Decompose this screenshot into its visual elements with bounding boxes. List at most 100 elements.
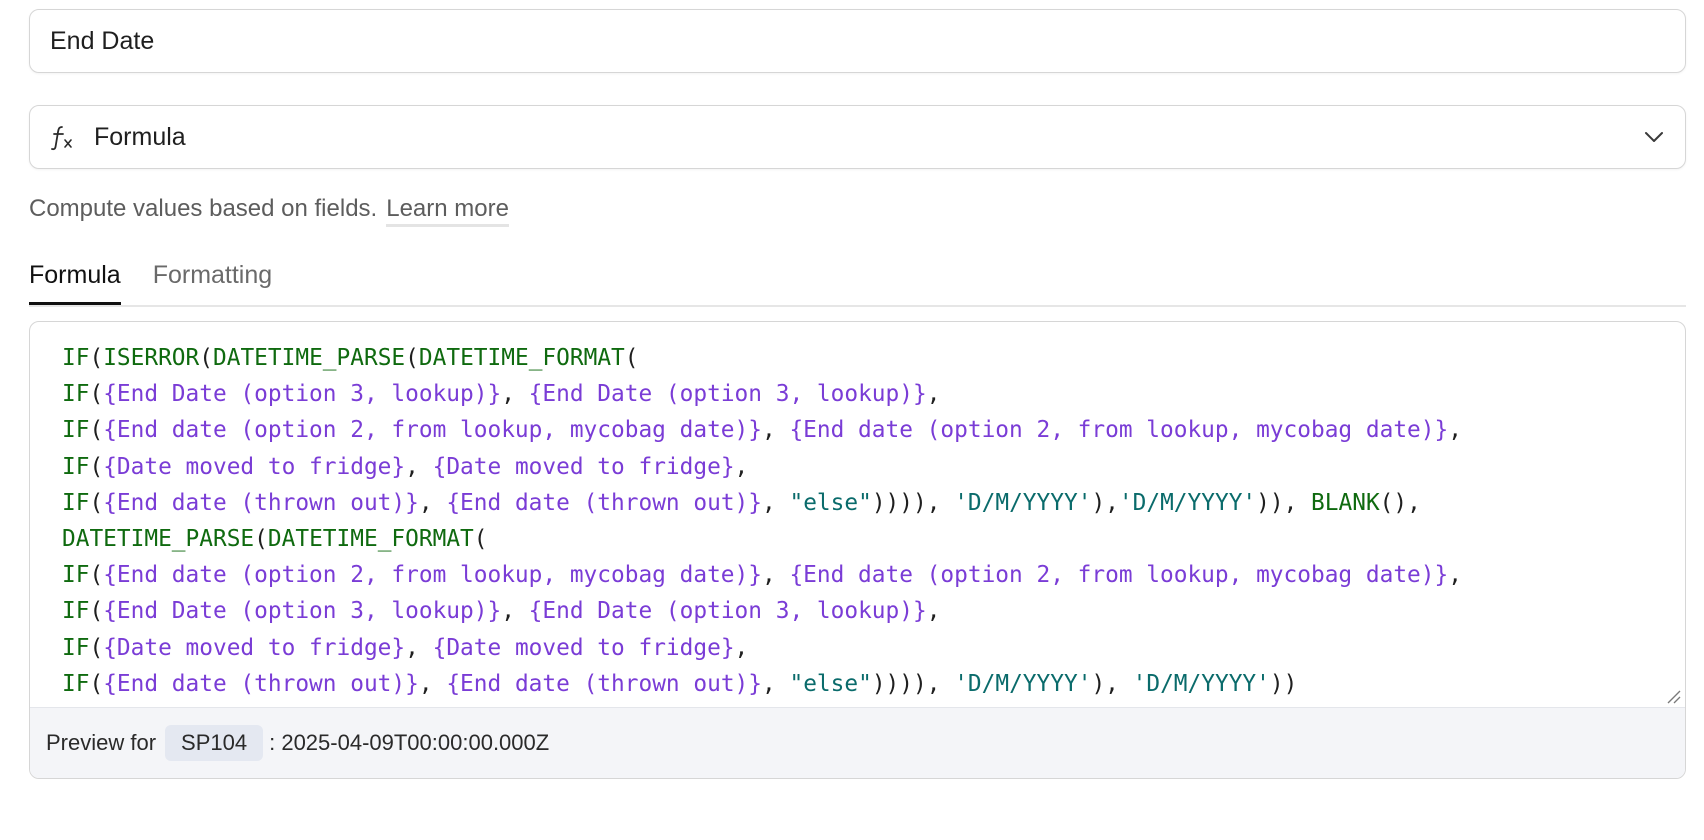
formula-punctuation-token: ))))	[871, 670, 927, 697]
formula-punctuation-token: ,	[501, 598, 529, 625]
formula-field-token: {End date (option 2, from lookup, mycoba…	[103, 417, 762, 444]
formula-field-token: {End Date (option 3, lookup)}	[103, 598, 502, 625]
formula-punctuation-token: (	[89, 417, 104, 444]
formula-punctuation-token: ,	[762, 670, 790, 697]
formula-line: DATETIME_PARSE(DATETIME_FORMAT(	[62, 521, 1653, 557]
chevron-down-icon	[1643, 126, 1665, 148]
field-type-select[interactable]: Formula	[29, 105, 1686, 169]
formula-string-token: "else"	[789, 670, 872, 697]
formula-punctuation-token: )),	[1256, 489, 1312, 516]
formula-punctuation-token: ,	[926, 670, 955, 697]
formula-preview: Preview for SP104 : 2025-04-09T00:00:00.…	[30, 707, 1685, 778]
formula-field-token: {Date moved to fridge}	[103, 634, 406, 661]
formula-function-token: DATETIME_FORMAT	[267, 526, 474, 553]
formula-line: IF({End Date (option 3, lookup)}, {End D…	[62, 593, 1653, 629]
formula-line: IF({End date (option 2, from lookup, myc…	[62, 557, 1653, 593]
formula-function-token: BLANK	[1311, 489, 1380, 516]
tab-formula[interactable]: Formula	[29, 261, 121, 305]
formula-punctuation-token: ,	[761, 562, 790, 589]
formula-punctuation-token: ,	[734, 634, 749, 661]
field-name-input[interactable]: End Date	[29, 9, 1686, 73]
formula-field-token: {End date (option 2, from lookup, mycoba…	[103, 562, 762, 589]
formula-punctuation-token: ,	[734, 453, 749, 480]
formula-punctuation-token: (),	[1379, 489, 1421, 516]
formula-punctuation-token: (	[89, 489, 104, 516]
formula-function-token: IF	[62, 345, 90, 371]
formula-function-token: IF	[62, 417, 90, 444]
preview-value: : 2025-04-09T00:00:00.000Z	[269, 730, 550, 755]
formula-punctuation-token: ),	[1091, 670, 1133, 697]
formula-field-token: {End date (thrown out)}	[446, 670, 763, 697]
formula-field-token: {End date (thrown out)}	[103, 489, 419, 516]
formula-punctuation-token: (	[89, 562, 104, 589]
formula-punctuation-token: ))	[1269, 670, 1298, 697]
formula-punctuation-token: (	[89, 345, 104, 371]
formula-punctuation-token: ,	[761, 417, 790, 444]
formula-editor: IF(ISERROR(DATETIME_PARSE(DATETIME_FORMA…	[29, 321, 1686, 779]
preview-prefix: Preview for	[46, 730, 157, 755]
formula-punctuation-token: ,	[1448, 417, 1462, 444]
formula-field-token: {End Date (option 3, lookup)}	[103, 381, 502, 408]
formula-field-token: {End Date (option 3, lookup)}	[528, 381, 927, 408]
formula-punctuation-token: (	[89, 634, 104, 661]
formula-function-token: DATETIME_FORMAT	[418, 345, 625, 371]
tab-formatting[interactable]: Formatting	[153, 261, 272, 302]
formula-punctuation-token: ,	[1448, 562, 1462, 589]
description-text: Compute values based on fields.	[29, 195, 378, 222]
formula-function-token: ISERROR	[103, 345, 200, 371]
formula-punctuation-token: (	[254, 526, 268, 553]
formula-punctuation-token: ,	[501, 381, 529, 408]
formula-punctuation-token: ))))	[871, 489, 927, 516]
formula-punctuation-token: ,	[926, 598, 941, 625]
formula-line: IF({End date (thrown out)}, {End date (t…	[62, 485, 1653, 521]
formula-field-token: {Date moved to fridge}	[432, 634, 735, 661]
formula-punctuation-token: (	[89, 453, 104, 480]
formula-line: IF({End Date (option 3, lookup)}, {End D…	[62, 376, 1653, 412]
formula-punctuation-token: (	[89, 670, 104, 697]
formula-punctuation-token: ,	[418, 670, 447, 697]
formula-field-token: {End date (option 2, from lookup, mycoba…	[789, 417, 1449, 444]
formula-field-token: {End date (thrown out)}	[446, 489, 763, 516]
formula-punctuation-token: ,	[405, 634, 433, 661]
formula-punctuation-token: (	[89, 381, 104, 408]
formula-field-token: {Date moved to fridge}	[103, 453, 406, 480]
formula-line: IF(ISERROR(DATETIME_PARSE(DATETIME_FORMA…	[62, 340, 1653, 376]
formula-function-token: DATETIME_PARSE	[62, 526, 255, 553]
formula-punctuation-token: ,	[926, 381, 941, 408]
formula-punctuation-token: (	[199, 345, 213, 371]
formula-string-token: 'D/M/YYYY'	[954, 670, 1092, 697]
formula-textarea[interactable]: IF(ISERROR(DATETIME_PARSE(DATETIME_FORMA…	[30, 322, 1685, 707]
formula-function-token: IF	[62, 381, 90, 408]
formula-punctuation-token: ),	[1091, 489, 1119, 516]
preview-record-chip[interactable]: SP104	[165, 725, 264, 761]
field-config-panel: End Date Formula Compute values based on…	[29, 9, 1686, 779]
formula-punctuation-token: (	[624, 345, 639, 371]
function-icon	[50, 123, 76, 151]
formula-function-token: IF	[62, 489, 90, 516]
field-type-description: Compute values based on fields. Learn mo…	[29, 195, 1686, 227]
formula-string-token: 'D/M/YYYY'	[1132, 670, 1270, 697]
formula-line: IF({Date moved to fridge}, {Date moved t…	[62, 630, 1653, 666]
formula-punctuation-token: (	[473, 526, 488, 553]
formula-tabs: Formula Formatting	[29, 261, 1686, 307]
formula-punctuation-token: ,	[418, 489, 447, 516]
formula-line: IF({Date moved to fridge}, {Date moved t…	[62, 449, 1653, 485]
formula-punctuation-token: (	[89, 598, 104, 625]
formula-field-token: {End date (thrown out)}	[103, 670, 419, 697]
formula-field-token: {End Date (option 3, lookup)}	[528, 598, 927, 625]
formula-string-token: 'D/M/YYYY'	[1118, 489, 1257, 516]
formula-function-token: IF	[62, 634, 90, 661]
field-name-value: End Date	[50, 26, 155, 55]
formula-function-token: IF	[62, 562, 90, 589]
formula-function-token: IF	[62, 598, 90, 625]
formula-punctuation-token: (	[405, 345, 419, 371]
formula-function-token: DATETIME_PARSE	[213, 345, 406, 371]
formula-punctuation-token: ,	[405, 453, 433, 480]
formula-string-token: 'D/M/YYYY'	[954, 489, 1092, 516]
resize-handle-icon[interactable]	[1665, 688, 1681, 704]
formula-punctuation-token: ,	[762, 489, 790, 516]
formula-field-token: {End date (option 2, from lookup, mycoba…	[789, 562, 1449, 589]
learn-more-link[interactable]: Learn more	[386, 195, 509, 227]
formula-string-token: "else"	[789, 489, 872, 516]
formula-punctuation-token: ,	[926, 489, 955, 516]
